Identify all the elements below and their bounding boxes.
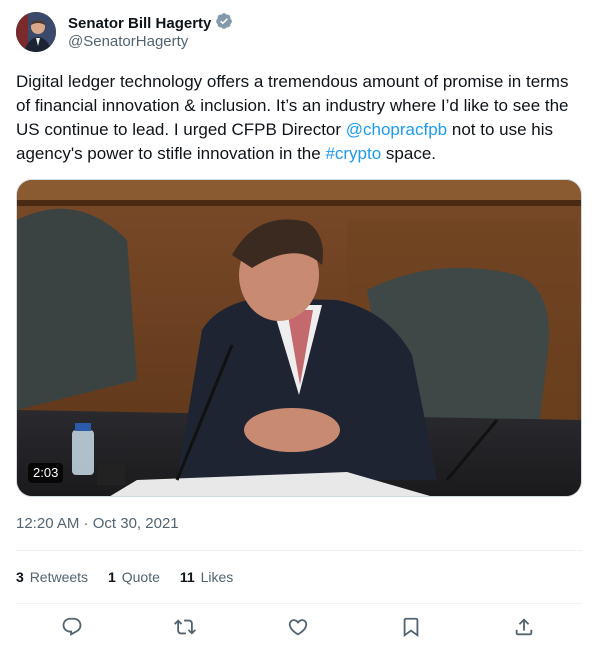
quotes-label: Quote (121, 569, 160, 585)
likes-stat[interactable]: 11 Likes (180, 567, 233, 587)
like-icon[interactable] (287, 616, 311, 640)
tweet: Senator Bill Hagerty @SenatorHagerty Dig… (0, 0, 598, 651)
retweet-icon[interactable] (174, 616, 198, 640)
divider (16, 550, 582, 551)
divider (16, 603, 582, 604)
tweet-time[interactable]: 12:20 AM (16, 515, 79, 532)
bookmark-icon[interactable] (400, 616, 424, 640)
mention-link[interactable]: @chopracfpb (346, 120, 447, 139)
likes-count: 11 (179, 569, 195, 585)
author-name-row: Senator Bill Hagerty (68, 12, 233, 35)
retweets-count: 3 (16, 569, 24, 585)
video-duration: 2:03 (28, 463, 64, 483)
reply-icon[interactable] (61, 616, 85, 640)
tweet-text-part: space. (381, 144, 436, 163)
hashtag-link[interactable]: #crypto (325, 144, 381, 163)
quotes-stat[interactable]: 1 Quote (108, 567, 160, 587)
quotes-count: 1 (108, 569, 116, 585)
retweets-stat[interactable]: 3 Retweets (16, 567, 88, 587)
share-icon[interactable] (513, 616, 537, 640)
author-name[interactable]: Senator Bill Hagerty (68, 14, 211, 34)
tweet-meta: 12:20 AM · Oct 30, 2021 (16, 514, 179, 534)
action-bar (0, 613, 598, 643)
tweet-stats: 3 Retweets 1 Quote 11 Likes (16, 567, 233, 587)
verified-badge-icon (215, 12, 233, 35)
avatar[interactable] (16, 12, 56, 52)
meta-separator: · (79, 515, 93, 532)
retweets-label: Retweets (29, 569, 89, 585)
tweet-date[interactable]: Oct 30, 2021 (93, 515, 179, 532)
video-player[interactable] (16, 179, 582, 497)
likes-label: Likes (200, 569, 234, 585)
author-handle[interactable]: @SenatorHagerty (68, 33, 188, 51)
video-thumbnail (17, 180, 581, 496)
tweet-text: Digital ledger technology offers a treme… (16, 70, 582, 166)
